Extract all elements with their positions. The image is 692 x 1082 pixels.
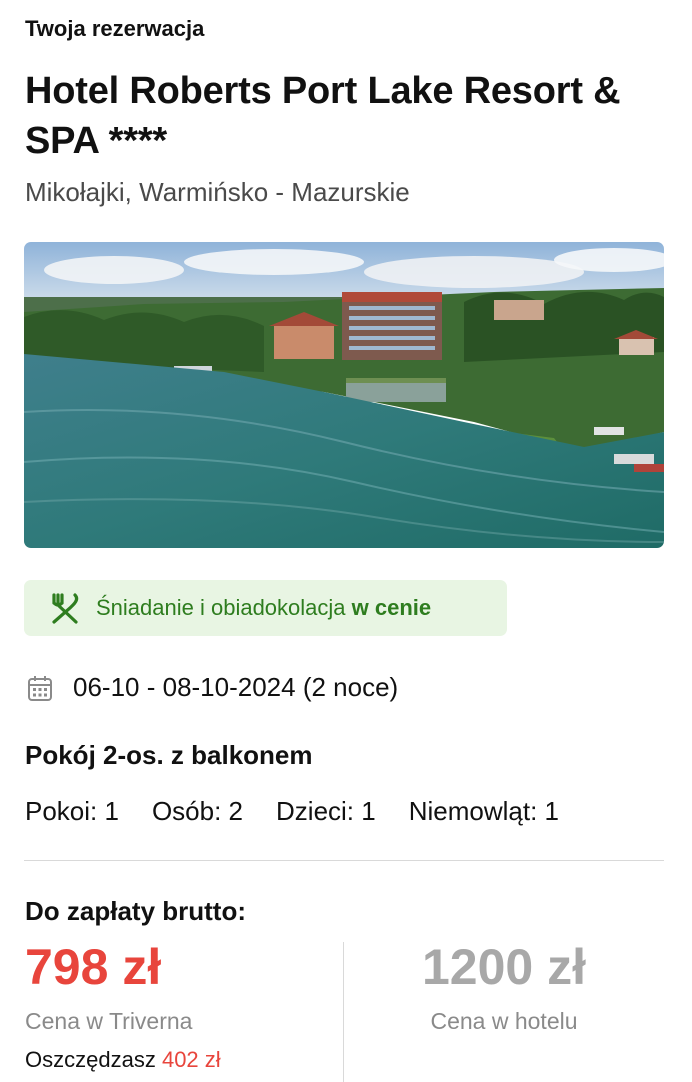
hotel-photo <box>24 242 664 548</box>
payment-label: Do zapłaty brutto: <box>25 896 246 926</box>
section-title: Twoja rezerwacja <box>25 16 205 41</box>
hotel-name: Hotel Roberts Port Lake Resort & SPA ***… <box>25 70 621 162</box>
rooms-count: Pokoi: 1 <box>25 796 119 826</box>
persons-count: Osób: 2 <box>151 796 244 826</box>
triverna-price-label: Cena w Triverna <box>25 1008 193 1034</box>
hotel-location: Mikołajki, Warmińsko - Mazurskie <box>25 177 410 207</box>
children-count: Dzieci: 1 <box>276 796 376 826</box>
savings-text: Oszczędzasz 402 zł <box>25 1047 221 1073</box>
hotel-photo-image <box>24 242 664 548</box>
occupancy-summary: Pokoi: 1 Osób: 2 Dzieci: 1 Niemowląt: 1 <box>25 796 592 827</box>
meal-plan-text: Śniadanie i obiadokolacja <box>96 595 346 620</box>
triverna-price: 798 zł <box>25 939 162 995</box>
calendar-icon <box>27 674 53 702</box>
room-name: Pokój 2-os. z balkonem <box>25 740 313 770</box>
stay-dates-text: 06-10 - 08-10-2024 (2 noce) <box>73 672 399 702</box>
meal-plan-badge: Śniadanie i obiadokolacja w cenie <box>24 580 507 636</box>
meal-plan-included: w cenie <box>351 595 432 620</box>
hotel-price-label: Cena w hotelu <box>430 1008 578 1034</box>
section-divider <box>24 860 664 861</box>
hotel-price: 1200 zł <box>421 939 586 995</box>
savings-amount: 402 zł <box>161 1047 221 1072</box>
infants-count: Niemowląt: 1 <box>408 796 559 826</box>
savings-prefix: Oszczędzasz <box>25 1047 156 1072</box>
stay-dates: 06-10 - 08-10-2024 (2 noce) <box>27 672 398 703</box>
fork-knife-icon <box>48 591 82 625</box>
